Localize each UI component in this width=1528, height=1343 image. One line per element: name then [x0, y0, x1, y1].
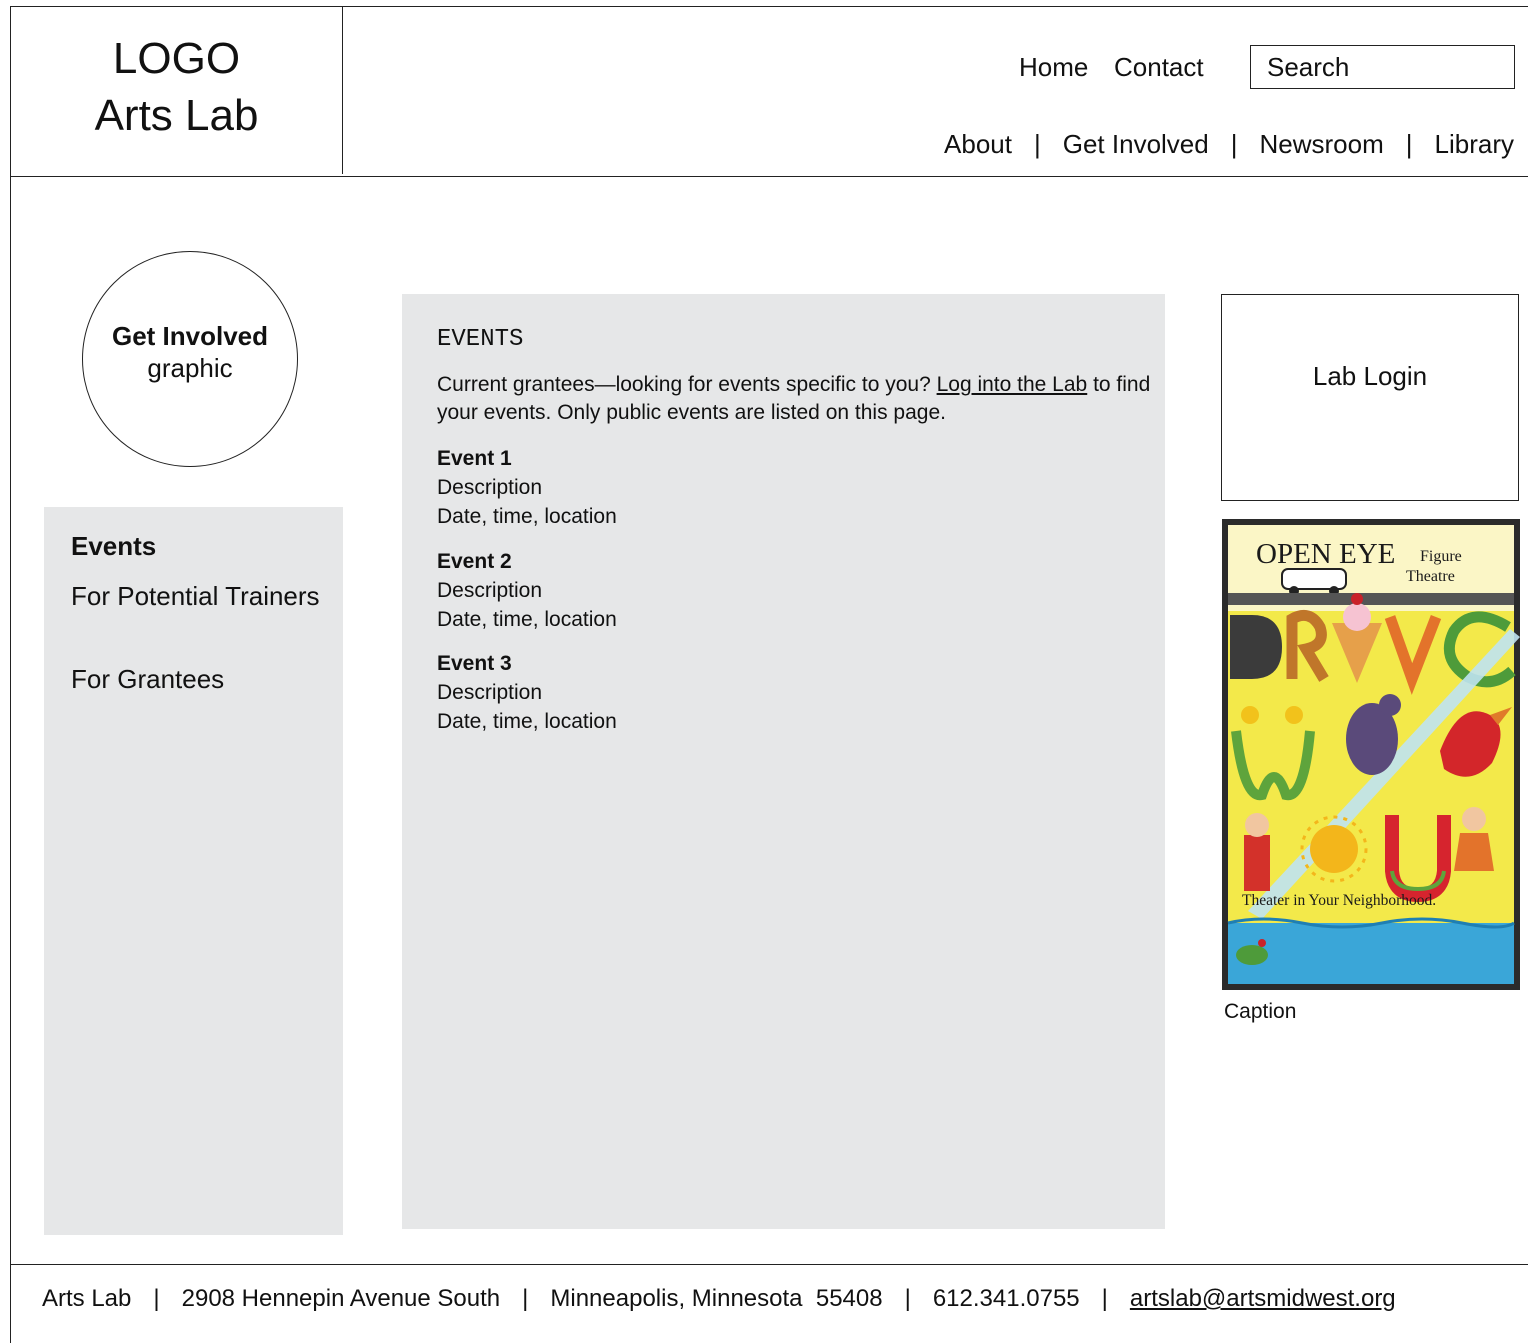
- poster-title: OPEN EYE: [1256, 538, 1395, 570]
- poster-image: OPEN EYE Figure Theatre Theater in Your …: [1222, 519, 1520, 990]
- footer-separator: |: [153, 1285, 160, 1312]
- footer-separator: |: [522, 1285, 529, 1312]
- nav-separator: |: [1033, 129, 1041, 159]
- nav-about[interactable]: About: [944, 129, 1012, 159]
- event-details: Date, time, location: [437, 608, 617, 631]
- get-involved-graphic: Get Involved graphic: [82, 251, 298, 467]
- main-content: EVENTS Current grantees—looking for even…: [402, 294, 1165, 1229]
- intro-text: Current grantees—looking for events spec…: [437, 371, 1157, 427]
- sidebar-item-events[interactable]: Events: [71, 530, 331, 563]
- event-item: Event 1 Description Date, time, location: [437, 444, 937, 531]
- main-nav: About | Get Involved | Newsroom | Library: [944, 129, 1514, 160]
- logo-placeholder-text: LOGO: [112, 34, 241, 83]
- event-item: Event 3 Description Date, time, location: [437, 649, 937, 736]
- nav-separator: |: [1230, 129, 1238, 159]
- page-left-rule: [10, 6, 11, 1343]
- event-item: Event 2 Description Date, time, location: [437, 547, 937, 634]
- search-input[interactable]: [1250, 45, 1515, 89]
- log-into-lab-link[interactable]: Log into the Lab: [937, 373, 1088, 396]
- nav-get-involved[interactable]: Get Involved: [1063, 129, 1209, 159]
- graphic-subtitle: graphic: [147, 353, 233, 383]
- poster-tagline: Theater in Your Neighborhood.: [1242, 892, 1436, 909]
- event-details: Date, time, location: [437, 710, 617, 733]
- sidebar: Events For Potential Trainers For Grante…: [44, 507, 343, 1235]
- event-title[interactable]: Event 1: [437, 444, 937, 473]
- event-details: Date, time, location: [437, 505, 617, 528]
- lab-login-box[interactable]: Lab Login: [1221, 294, 1519, 501]
- sidebar-item-grantees[interactable]: For Grantees: [71, 663, 331, 696]
- event-title[interactable]: Event 3: [437, 649, 937, 678]
- header-top-rule: [10, 6, 1528, 7]
- event-description: Description: [437, 681, 543, 704]
- header-bottom-rule: [10, 176, 1528, 177]
- sidebar-item-potential-trainers[interactable]: For Potential Trainers: [71, 580, 331, 613]
- image-caption: Caption: [1224, 1000, 1297, 1023]
- footer: Arts Lab | 2908 Hennepin Avenue South | Minn…: [42, 1285, 1396, 1313]
- intro-text-before: Current grantees—looking for events spec…: [437, 373, 937, 396]
- graphic-title: Get Involved: [111, 321, 269, 351]
- poster-title-small: Theatre: [1406, 568, 1455, 585]
- footer-separator: |: [1101, 1285, 1108, 1312]
- footer-rule: [10, 1264, 1528, 1265]
- nav-library[interactable]: Library: [1435, 129, 1514, 159]
- poster-title-small: Figure: [1420, 548, 1462, 565]
- nav-separator: |: [1405, 129, 1413, 159]
- contact-link[interactable]: Contact: [1114, 52, 1204, 83]
- home-link[interactable]: Home: [1019, 52, 1088, 83]
- event-title[interactable]: Event 2: [437, 547, 937, 576]
- event-description: Description: [437, 579, 543, 602]
- footer-separator: |: [904, 1285, 911, 1312]
- site-name: Arts Lab: [94, 91, 259, 140]
- footer-phone: 612.341.0755: [932, 1285, 1080, 1312]
- event-description: Description: [437, 476, 543, 499]
- page-title: EVENTS: [437, 326, 524, 353]
- logo-divider: [342, 6, 343, 174]
- footer-city: Minneapolis, Minnesota 55408: [550, 1285, 883, 1312]
- footer-address: 2908 Hennepin Avenue South: [181, 1285, 501, 1312]
- footer-org-name: Arts Lab: [42, 1285, 132, 1312]
- lab-login-label: Lab Login: [1312, 361, 1428, 391]
- footer-email-link[interactable]: artslab@artsmidwest.org: [1130, 1285, 1396, 1312]
- nav-newsroom[interactable]: Newsroom: [1260, 129, 1384, 159]
- logo[interactable]: LOGO Arts Lab: [11, 30, 342, 144]
